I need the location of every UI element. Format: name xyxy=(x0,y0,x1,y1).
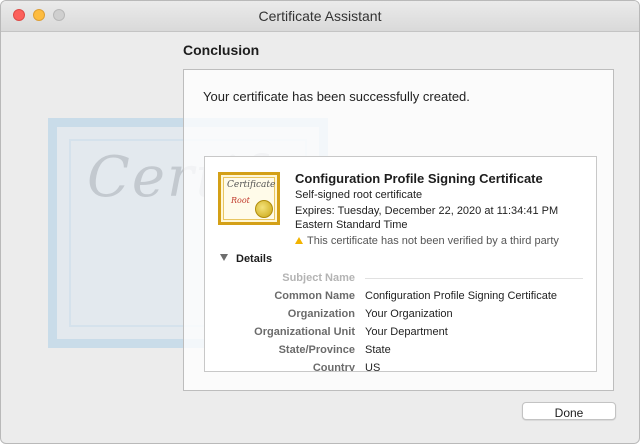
certificate-warning: This certificate has not been verified b… xyxy=(295,235,559,247)
certificate-icon-root-label: Root xyxy=(231,196,250,205)
detail-value-state-province: State xyxy=(365,344,391,356)
detail-label-country: Country xyxy=(312,362,355,372)
certificate-expiry-timezone: Eastern Standard Time xyxy=(295,219,408,231)
title-bar[interactable]: Certificate Assistant xyxy=(1,1,639,32)
seal-icon xyxy=(255,200,273,218)
detail-value-organization: Your Organization xyxy=(365,308,453,320)
disclosure-triangle-down-icon[interactable] xyxy=(220,254,228,261)
success-message: Your certificate has been successfully c… xyxy=(203,89,470,104)
detail-label-organization: Organization xyxy=(287,308,355,320)
certificate-icon: Certificate Root xyxy=(218,172,280,225)
certificate-icon-label: Certificate xyxy=(227,180,276,190)
subject-name-header: Subject Name xyxy=(282,272,355,284)
details-disclosure[interactable]: Details xyxy=(220,253,272,265)
warning-triangle-icon xyxy=(295,237,303,244)
certificate-name: Configuration Profile Signing Certificat… xyxy=(295,171,543,186)
done-button[interactable]: Done xyxy=(522,402,616,420)
certificate-info-box[interactable]: Certificate Root Configuration Profile S… xyxy=(204,156,597,372)
certificate-type: Self-signed root certificate xyxy=(295,189,423,201)
detail-value-country: US xyxy=(365,362,381,372)
details-label: Details xyxy=(236,253,273,265)
detail-label-common-name: Common Name xyxy=(274,290,355,302)
window-title: Certificate Assistant xyxy=(258,8,382,24)
detail-value-organizational-unit: Your Department xyxy=(365,326,448,338)
section-title: Conclusion xyxy=(183,42,260,58)
subject-name-divider xyxy=(365,278,583,279)
detail-label-organizational-unit: Organizational Unit xyxy=(254,326,355,338)
detail-label-state-province: State/Province xyxy=(278,344,355,356)
conclusion-panel: Your certificate has been successfully c… xyxy=(183,69,614,391)
certificate-warning-text: This certificate has not been verified b… xyxy=(307,235,559,247)
certificate-assistant-window: Certificate Assistant Certif Conclusion … xyxy=(0,0,640,444)
detail-value-common-name: Configuration Profile Signing Certificat… xyxy=(365,290,557,302)
certificate-expiry-date: Expires: Tuesday, December 22, 2020 at 1… xyxy=(295,205,559,217)
